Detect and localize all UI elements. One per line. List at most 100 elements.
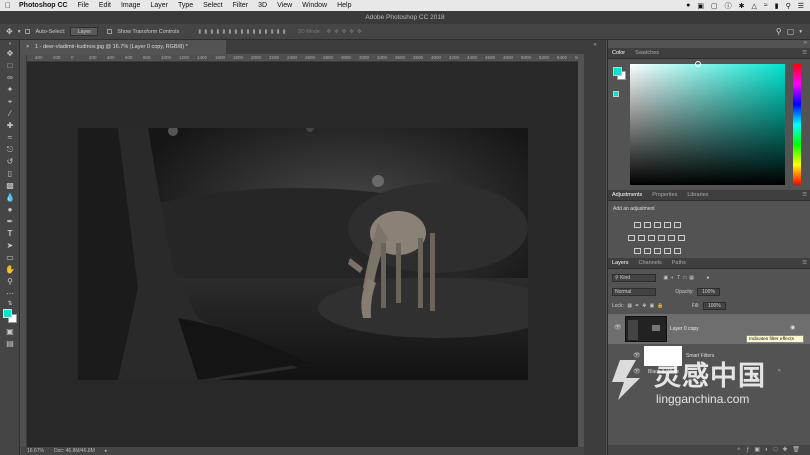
menu-image[interactable]: Image bbox=[121, 2, 140, 9]
airplay-icon[interactable]: △ bbox=[751, 2, 756, 10]
foreground-color-swatch[interactable] bbox=[3, 309, 12, 318]
color-swatches[interactable] bbox=[0, 308, 20, 326]
menu-type[interactable]: Type bbox=[178, 2, 193, 9]
menu-layer[interactable]: Layer bbox=[150, 2, 168, 9]
move-tool-icon[interactable]: ✥ bbox=[6, 27, 13, 36]
tab-layers[interactable]: Layers bbox=[612, 260, 629, 266]
tab-swatches[interactable]: Swatches bbox=[635, 50, 659, 56]
status-chevron-icon[interactable]: ▸ bbox=[105, 448, 108, 454]
gradient-tool-icon[interactable]: ▩ bbox=[0, 180, 20, 192]
opacity-input[interactable]: 100% bbox=[697, 288, 720, 296]
3d-mode-icons[interactable]: ✥✥✥✥✥ bbox=[327, 29, 365, 35]
close-icon[interactable]: × bbox=[26, 40, 29, 54]
magic-wand-tool-icon[interactable]: ✦ bbox=[0, 84, 20, 96]
quick-mask-icon[interactable]: ▣ bbox=[0, 326, 20, 338]
lasso-tool-icon[interactable]: ∞ bbox=[0, 72, 20, 84]
foreground-mini-swatch[interactable] bbox=[613, 67, 622, 76]
tab-libraries[interactable]: Libraries bbox=[687, 192, 708, 198]
app-icon[interactable]: ▣ bbox=[697, 2, 704, 10]
path-selection-tool-icon[interactable]: ➤ bbox=[0, 240, 20, 252]
notification-icon[interactable]: ☰ bbox=[798, 2, 804, 10]
menu-window[interactable]: Window bbox=[302, 2, 327, 9]
menu-filter[interactable]: Filter bbox=[233, 2, 249, 9]
hue-slider[interactable] bbox=[793, 64, 801, 185]
auto-select-dropdown[interactable]: Layer bbox=[70, 27, 99, 36]
workspace-icon[interactable]: ▢ bbox=[787, 27, 795, 36]
search-icon[interactable]: ⚲ bbox=[776, 27, 782, 36]
history-brush-tool-icon[interactable]: ↺ bbox=[0, 156, 20, 168]
tool-preset-chevron-icon[interactable]: ▾ bbox=[18, 29, 21, 35]
eraser-tool-icon[interactable]: ▯ bbox=[0, 168, 20, 180]
record-icon[interactable]: ● bbox=[686, 2, 690, 9]
apple-icon[interactable]:  bbox=[5, 1, 11, 10]
kind-filter-dropdown[interactable]: ⚲ Kind bbox=[612, 274, 656, 282]
panel-menu-icon[interactable]: ☰ bbox=[802, 50, 810, 56]
tab-channels[interactable]: Channels bbox=[639, 260, 662, 266]
menu-3d[interactable]: 3D bbox=[258, 2, 267, 9]
zoom-tool-icon[interactable]: ⚲ bbox=[0, 276, 20, 288]
tab-properties[interactable]: Properties bbox=[652, 192, 677, 198]
transform-controls-checkbox[interactable] bbox=[107, 29, 113, 34]
fill-input[interactable]: 100% bbox=[702, 302, 726, 310]
invert-icon[interactable] bbox=[634, 248, 641, 254]
collapse-icon[interactable]: » bbox=[0, 40, 20, 48]
auto-select-checkbox[interactable] bbox=[25, 29, 31, 34]
filter-type-icons[interactable]: ▣◐T□▦ bbox=[663, 275, 697, 281]
type-tool-icon[interactable]: T bbox=[0, 228, 20, 240]
panel-collapse-icon[interactable]: » bbox=[804, 40, 807, 46]
panel-menu-icon[interactable]: ☰ bbox=[802, 260, 810, 266]
gradient-map-icon[interactable] bbox=[664, 248, 671, 254]
menu-select[interactable]: Select bbox=[203, 2, 222, 9]
bluetooth-icon[interactable]: ✱ bbox=[739, 2, 745, 10]
pen-tool-icon[interactable]: ✒ bbox=[0, 216, 20, 228]
color-picker-handle[interactable] bbox=[695, 61, 701, 67]
dock-collapse-icon[interactable]: « bbox=[584, 42, 606, 48]
brush-tool-icon[interactable]: ≈ bbox=[0, 132, 20, 144]
menu-app-name[interactable]: Photoshop CC bbox=[19, 2, 68, 9]
search-icon[interactable]: ⚲ bbox=[786, 2, 791, 10]
blend-mode-dropdown[interactable]: Normal bbox=[612, 288, 656, 296]
posterize-icon[interactable] bbox=[644, 248, 651, 254]
document-image[interactable] bbox=[78, 128, 528, 380]
info-icon[interactable]: ⓘ bbox=[725, 1, 732, 11]
layer-footer-icons[interactable]: ⚬ƒ▣◐□✚🗑 bbox=[736, 447, 805, 453]
tab-color[interactable]: Color bbox=[612, 50, 625, 56]
blur-tool-icon[interactable]: 💧 bbox=[0, 192, 20, 204]
hand-tool-icon[interactable]: ✋ bbox=[0, 264, 20, 276]
zoom-level[interactable]: 16.67% bbox=[27, 448, 44, 454]
threshold-icon[interactable] bbox=[654, 248, 661, 254]
clone-stamp-tool-icon[interactable]: ⎋ bbox=[0, 144, 20, 156]
dodge-tool-icon[interactable]: ● bbox=[0, 204, 20, 216]
rectangle-tool-icon[interactable]: ▭ bbox=[0, 252, 20, 264]
align-icons[interactable]: ▮▮▮▮▮▮▮▮▮▮▮▮▮▮▮ bbox=[198, 29, 288, 35]
eyedropper-tool-icon[interactable]: ⁄ bbox=[0, 108, 20, 120]
fg-bg-mini-swatches[interactable] bbox=[613, 67, 627, 81]
marquee-tool-icon[interactable]: □ bbox=[0, 60, 20, 72]
color-field[interactable] bbox=[630, 64, 785, 185]
screen-mode-icon[interactable]: ▤ bbox=[0, 338, 20, 350]
swatch-mode-icon[interactable] bbox=[613, 91, 619, 97]
panel-menu-icon[interactable]: ☰ bbox=[802, 192, 810, 198]
crop-tool-icon[interactable]: ⌖ bbox=[0, 96, 20, 108]
visibility-eye-icon[interactable]: 👁 bbox=[614, 324, 622, 331]
healing-brush-tool-icon[interactable]: ✚ bbox=[0, 120, 20, 132]
menu-help[interactable]: Help bbox=[337, 2, 351, 9]
filter-toggle-icon[interactable]: ● bbox=[706, 275, 709, 281]
move-tool-icon[interactable]: ✥ bbox=[0, 48, 20, 60]
lock-icons[interactable]: ▦✒✥▣🔒 bbox=[627, 303, 666, 309]
layer-name[interactable]: Layer 0 copy bbox=[670, 326, 699, 332]
window-icon[interactable]: ▢ bbox=[711, 2, 718, 10]
swap-colors-icon[interactable]: ⇅ bbox=[0, 300, 20, 308]
tab-paths[interactable]: Paths bbox=[672, 260, 686, 266]
menu-edit[interactable]: Edit bbox=[99, 2, 111, 9]
selective-color-icon[interactable] bbox=[674, 248, 681, 254]
more-tools-icon[interactable]: ⋯ bbox=[0, 288, 20, 300]
document-tab[interactable]: × 1 - deer-vladimir-kudinov.jpg @ 16.7% … bbox=[21, 40, 226, 54]
workspace-chevron-icon[interactable]: ▾ bbox=[799, 29, 810, 35]
tab-adjustments[interactable]: Adjustments bbox=[612, 192, 642, 198]
battery-icon[interactable]: ▮ bbox=[775, 2, 779, 10]
menu-file[interactable]: File bbox=[78, 2, 89, 9]
menu-view[interactable]: View bbox=[277, 2, 292, 9]
wifi-icon[interactable]: ≈ bbox=[764, 2, 768, 9]
filter-effects-icon[interactable]: ◉ bbox=[790, 324, 795, 331]
